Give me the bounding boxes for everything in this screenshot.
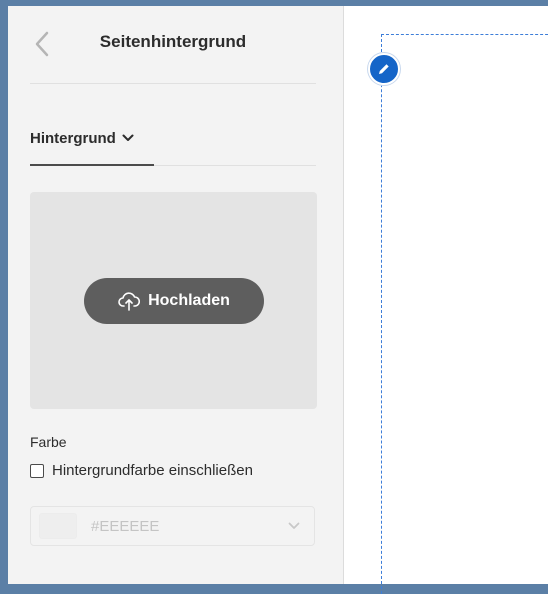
include-background-color-checkbox[interactable] bbox=[30, 463, 44, 478]
color-swatch[interactable] bbox=[39, 513, 77, 539]
panel-header: Seitenhintergrund bbox=[30, 6, 316, 84]
edit-page-button[interactable] bbox=[368, 53, 400, 85]
upload-button[interactable]: Hochladen bbox=[84, 278, 264, 324]
color-picker-dropdown[interactable]: #EEEEEE bbox=[30, 506, 315, 546]
cloud-upload-icon bbox=[118, 292, 141, 311]
background-image-dropzone[interactable]: Hochladen bbox=[30, 192, 317, 409]
hex-value: #EEEEEE bbox=[91, 517, 160, 535]
page-canvas[interactable] bbox=[344, 6, 548, 594]
pencil-icon bbox=[379, 64, 389, 74]
checkbox-label: Hintergrundfarbe einschließen bbox=[52, 462, 253, 479]
include-background-color-option[interactable]: Hintergrundfarbe einschließen bbox=[30, 462, 253, 479]
window: Seitenhintergrund Hintergrund Hochladen … bbox=[8, 6, 548, 594]
tab-label: Hintergrund bbox=[30, 130, 116, 147]
color-section-label: Farbe bbox=[30, 434, 67, 450]
chevron-down-icon bbox=[122, 134, 134, 141]
upload-label: Hochladen bbox=[148, 292, 230, 309]
chevron-down-icon bbox=[288, 522, 300, 529]
panel-title: Seitenhintergrund bbox=[99, 32, 247, 51]
sidebar-panel: Seitenhintergrund Hintergrund Hochladen … bbox=[8, 6, 344, 584]
tab-bar: Hintergrund bbox=[30, 124, 316, 166]
page-selection-outline bbox=[381, 34, 548, 594]
tab-background[interactable]: Hintergrund bbox=[30, 124, 154, 166]
